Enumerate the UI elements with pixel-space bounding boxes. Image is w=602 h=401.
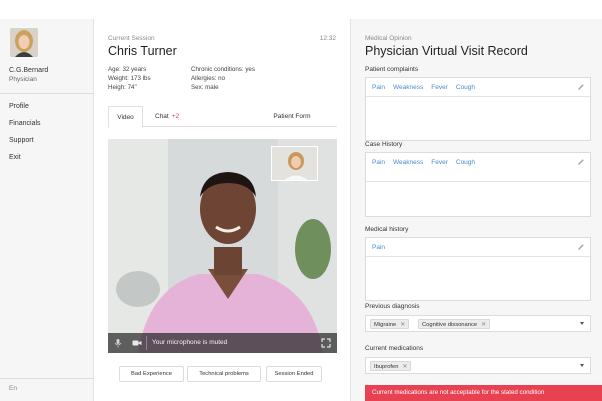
tag[interactable]: Weakness <box>393 84 423 91</box>
avatar <box>10 28 38 57</box>
case-history-tags: Pain Weakness Fever Cough <box>372 158 475 168</box>
language-selector[interactable]: En <box>9 385 17 392</box>
tag[interactable]: Pain <box>372 159 385 166</box>
previous-diagnosis-select[interactable]: Migraine ✕ Cognitive dissonance ✕ <box>365 315 591 332</box>
divider <box>0 93 94 94</box>
session-ended-button[interactable]: Session Ended <box>266 366 322 382</box>
medical-history-label: Medical history <box>365 226 409 233</box>
tab-chat[interactable]: Chat +2 <box>155 106 179 127</box>
medication-alert: Current medications are not acceptable f… <box>365 385 602 401</box>
pencil-icon[interactable] <box>577 158 585 166</box>
user-name: C.G.Bernard <box>9 67 49 74</box>
current-medications-select[interactable]: Ibuprofen ✕ <box>365 357 591 374</box>
divider <box>0 378 94 379</box>
chevron-down-icon[interactable] <box>580 364 584 367</box>
remove-chip-icon[interactable]: ✕ <box>403 364 408 370</box>
current-medications-label: Current medications <box>365 345 424 352</box>
complaints-label: Patient complaints <box>365 66 419 73</box>
previous-diagnosis-label: Previous diagnosis <box>365 303 420 310</box>
top-bar <box>0 0 602 19</box>
complaints-field[interactable]: Pain Weakness Fever Cough <box>365 77 591 141</box>
diagnosis-chip: Migraine ✕ <box>370 319 410 329</box>
patient-sex: Sex: male <box>191 83 219 91</box>
session-eyebrow: Current Session <box>108 35 155 42</box>
chevron-down-icon[interactable] <box>580 322 584 325</box>
video-camera-icon[interactable] <box>132 338 142 348</box>
sidebar-nav: Profile Financials Support Exit <box>0 98 94 166</box>
medication-chip: Ibuprofen ✕ <box>370 361 412 371</box>
video-feed[interactable]: Your microphone is muted <box>108 139 337 353</box>
microphone-status: Your microphone is muted <box>152 339 228 346</box>
patient-info-right: Chronic conditions: yes Allergies: no Se… <box>191 66 255 92</box>
session-time: 12:32 <box>319 35 336 42</box>
session-panel: Current Session 12:32 Chris Turner Age: … <box>94 19 351 401</box>
session-actions: Bad Experience Technical problems Sessio… <box>108 366 337 382</box>
user-role: Physician <box>9 76 37 83</box>
medical-opinion-panel: Medical Opinion Physician Virtual Visit … <box>351 19 602 401</box>
sidebar-item-profile[interactable]: Profile <box>0 98 94 115</box>
chat-badge: +2 <box>171 113 180 120</box>
patient-age: Age: 32 years <box>108 66 147 73</box>
remove-chip-icon[interactable]: ✕ <box>481 322 486 328</box>
patient-name: Chris Turner <box>108 44 177 58</box>
tab-patient-form[interactable]: Patient Form <box>267 106 317 127</box>
medical-history-tags: Pain <box>372 243 572 253</box>
tag[interactable]: Pain <box>372 244 385 251</box>
sidebar-item-financials[interactable]: Financials <box>0 115 94 132</box>
chip-label: Migraine <box>374 322 397 328</box>
patient-info-left: Age: 32 years Weight: 173 lbs Heigh: 74'… <box>108 66 151 92</box>
medical-history-field[interactable]: Pain <box>365 237 591 301</box>
sidebar-item-support[interactable]: Support <box>0 132 94 149</box>
opinion-title: Physician Virtual Visit Record <box>365 44 528 58</box>
tag[interactable]: Cough <box>456 159 475 166</box>
physician-self-view <box>272 147 317 180</box>
opinion-eyebrow: Medical Opinion <box>365 35 412 42</box>
chip-label: Ibuprofen <box>374 364 399 370</box>
app-window: C.G.Bernard Physician Profile Financials… <box>0 0 602 401</box>
self-view-pip[interactable] <box>271 146 318 181</box>
remove-chip-icon[interactable]: ✕ <box>400 322 405 328</box>
sidebar-item-exit[interactable]: Exit <box>0 149 94 166</box>
chip-label: Cognitive dissonance <box>422 322 478 328</box>
tab-video[interactable]: Video <box>108 106 143 128</box>
diagnosis-chip: Cognitive dissonance ✕ <box>418 319 490 329</box>
patient-weight: Weight: 173 lbs <box>108 74 151 82</box>
session-tabs: Video Chat +2 Patient Form <box>108 106 337 128</box>
pencil-icon[interactable] <box>577 243 585 251</box>
sidebar: C.G.Bernard Physician Profile Financials… <box>0 19 94 401</box>
video-controls: Your microphone is muted <box>108 333 337 353</box>
tag[interactable]: Fever <box>431 84 448 91</box>
fullscreen-icon[interactable] <box>321 338 331 348</box>
divider <box>146 336 147 350</box>
divider <box>366 181 590 182</box>
tag[interactable]: Weakness <box>393 159 423 166</box>
patient-height: Heigh: 74'' <box>108 83 137 91</box>
tag[interactable]: Pain <box>372 84 385 91</box>
case-history-label: Case History <box>365 141 403 148</box>
case-history-field[interactable]: Pain Weakness Fever Cough <box>365 152 591 217</box>
complaints-tags: Pain Weakness Fever Cough <box>372 83 572 93</box>
pencil-icon[interactable] <box>577 83 585 91</box>
tab-chat-label: Chat <box>155 113 169 120</box>
patient-chronic-conditions: Chronic conditions: yes <box>191 66 255 73</box>
tag[interactable]: Cough <box>456 84 475 91</box>
technical-problems-button[interactable]: Technical problems <box>187 366 261 382</box>
tag[interactable]: Fever <box>431 159 448 166</box>
patient-allergies: Allergies: no <box>191 74 226 82</box>
avatar-photo <box>10 28 38 57</box>
bad-experience-button[interactable]: Bad Experience <box>119 366 184 382</box>
divider <box>366 96 590 97</box>
divider <box>366 256 590 257</box>
microphone-icon[interactable] <box>113 338 123 348</box>
